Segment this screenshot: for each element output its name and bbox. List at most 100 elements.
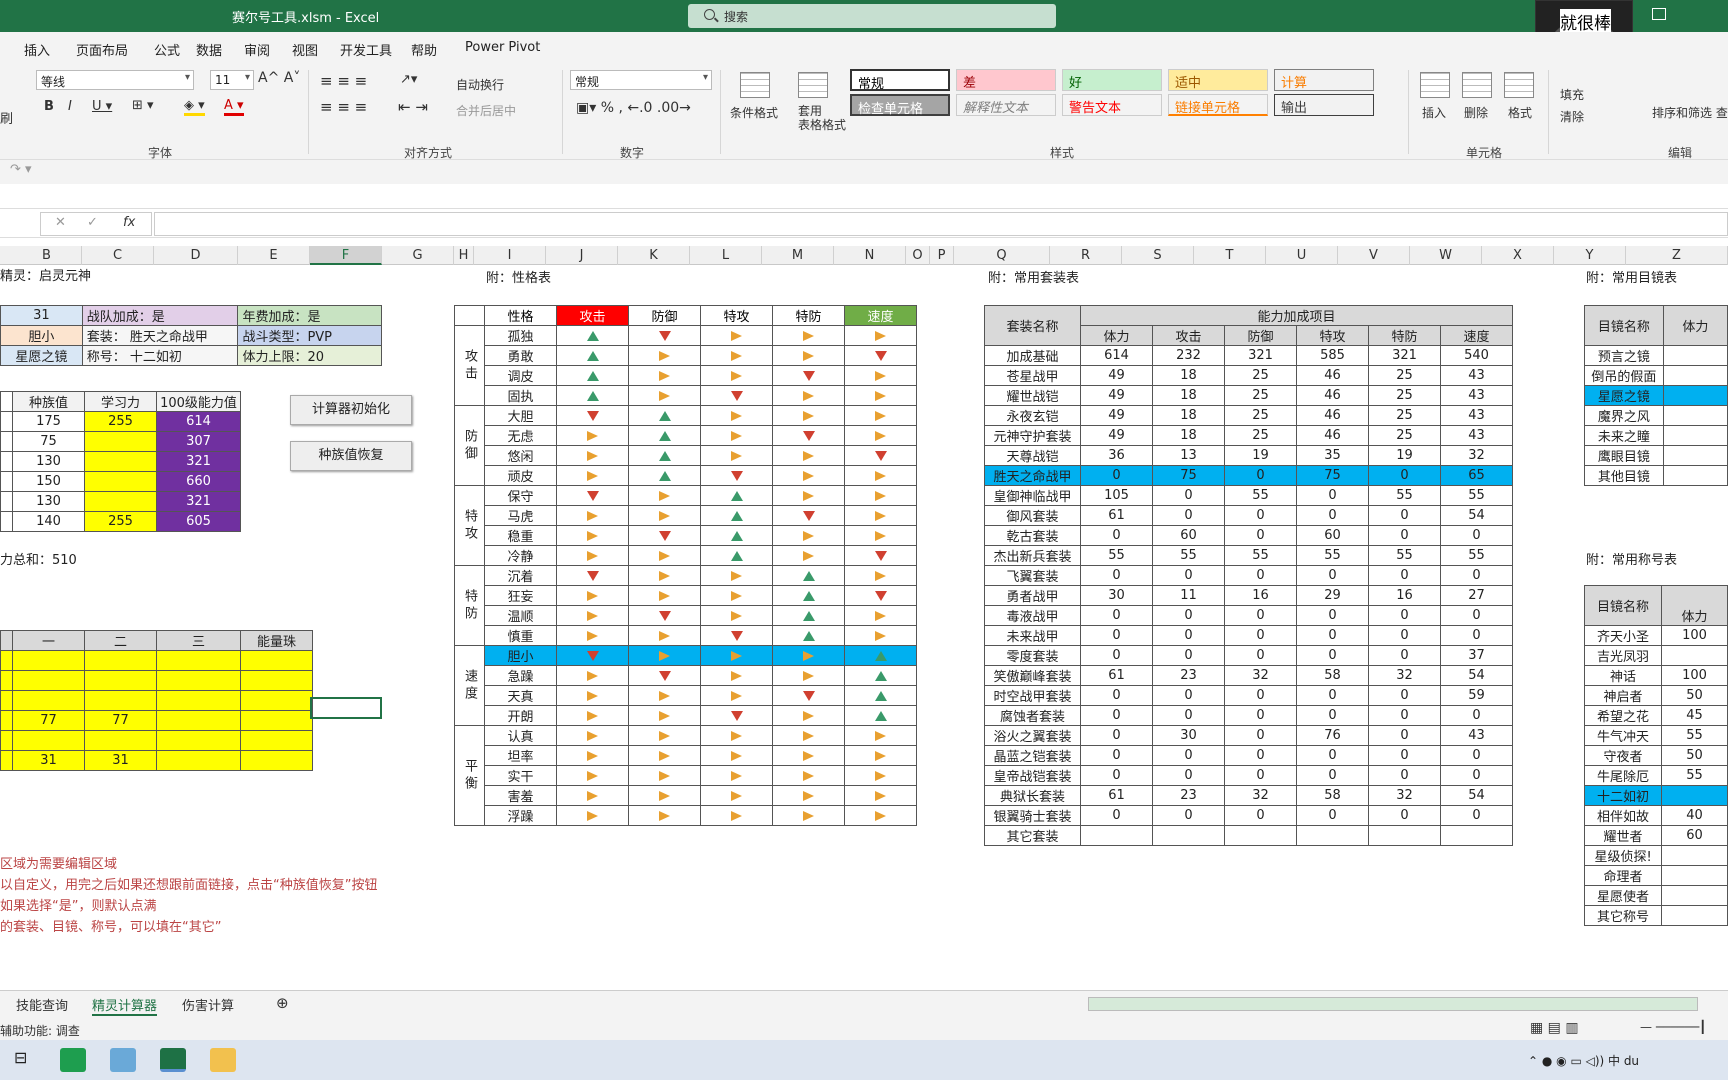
suit-value[interactable]: 30 xyxy=(1080,585,1153,606)
fill-button[interactable]: 填充 xyxy=(1560,86,1584,103)
gem-cell[interactable] xyxy=(84,690,157,711)
suit-value[interactable]: 0 xyxy=(1296,805,1369,826)
menu-item[interactable]: 视图 xyxy=(292,40,318,59)
gem-cell[interactable] xyxy=(240,650,313,671)
suit-value[interactable]: 54 xyxy=(1440,665,1513,686)
menu-item[interactable]: 公式 xyxy=(154,40,180,59)
suit-value[interactable]: 55 xyxy=(1152,545,1225,566)
suit-value[interactable]: 0 xyxy=(1224,505,1297,526)
suit-value[interactable]: 0 xyxy=(1080,465,1153,486)
suit-value[interactable]: 0 xyxy=(1440,525,1513,546)
suit-value[interactable]: 36 xyxy=(1080,445,1153,466)
suit-value[interactable]: 55 xyxy=(1080,545,1153,566)
suit-value[interactable]: 19 xyxy=(1368,445,1441,466)
gem-cell[interactable] xyxy=(240,750,313,771)
suit-value[interactable]: 0 xyxy=(1224,525,1297,546)
suit-value[interactable]: 29 xyxy=(1296,585,1369,606)
suit-value[interactable]: 0 xyxy=(1296,605,1369,626)
suit-value[interactable]: 321 xyxy=(1368,345,1441,366)
suit-value[interactable]: 0 xyxy=(1224,705,1297,726)
suit-value[interactable]: 0 xyxy=(1368,805,1441,826)
suit-value[interactable]: 55 xyxy=(1224,485,1297,506)
column-header-S[interactable]: S xyxy=(1122,246,1194,265)
delete-cells-icon[interactable] xyxy=(1462,72,1492,98)
wrap-text-button[interactable]: 自动换行 xyxy=(456,76,504,93)
suit-value[interactable]: 25 xyxy=(1224,405,1297,426)
suit-value[interactable]: 25 xyxy=(1368,425,1441,446)
suit-value[interactable]: 54 xyxy=(1440,785,1513,806)
enter-icon[interactable]: ✓ xyxy=(87,215,98,230)
redo-icon[interactable]: ↷ ▾ xyxy=(10,162,32,177)
restore-icon[interactable] xyxy=(1652,8,1666,20)
table-format-icon[interactable] xyxy=(798,72,828,98)
zoom-slider[interactable]: — ──────┃ xyxy=(1640,1020,1706,1034)
suit-value[interactable]: 32 xyxy=(1224,785,1297,806)
suit-value[interactable]: 0 xyxy=(1224,625,1297,646)
suit-value[interactable]: 0 xyxy=(1368,645,1441,666)
suit-value[interactable]: 0 xyxy=(1368,765,1441,786)
column-header-T[interactable]: T xyxy=(1194,246,1266,265)
insert-cells-button[interactable]: 插入 xyxy=(1422,104,1446,121)
column-header-C[interactable]: C xyxy=(82,246,154,265)
gem-cell[interactable] xyxy=(156,670,241,691)
suit-value[interactable]: 54 xyxy=(1440,505,1513,526)
column-header-D[interactable]: D xyxy=(154,246,238,265)
gem-cell[interactable]: 77 xyxy=(84,710,157,731)
column-header-L[interactable]: L xyxy=(690,246,762,265)
column-header-V[interactable]: V xyxy=(1338,246,1410,265)
column-header-H[interactable]: H xyxy=(454,246,474,265)
suit-value[interactable]: 60 xyxy=(1296,525,1369,546)
suit-value[interactable]: 0 xyxy=(1224,805,1297,826)
horizontal-scrollbar[interactable] xyxy=(1088,997,1698,1011)
suit-value[interactable]: 0 xyxy=(1224,745,1297,766)
suit-value[interactable]: 0 xyxy=(1152,705,1225,726)
suit-value[interactable]: 23 xyxy=(1152,785,1225,806)
info-cell[interactable]: 套装： 胜天之命战甲 xyxy=(81,325,239,346)
menu-item[interactable]: 页面布局 xyxy=(76,40,128,59)
suit-value[interactable]: 46 xyxy=(1296,405,1369,426)
column-header-X[interactable]: X xyxy=(1482,246,1554,265)
suit-value[interactable]: 321 xyxy=(1224,345,1297,366)
suit-value[interactable]: 0 xyxy=(1080,765,1153,786)
suit-value[interactable]: 0 xyxy=(1440,745,1513,766)
suit-value[interactable] xyxy=(1152,825,1225,846)
info-cell[interactable]: 称号： 十二如初 xyxy=(81,345,239,366)
format-painter-label[interactable]: 刷 xyxy=(0,108,13,127)
column-header-K[interactable]: K xyxy=(618,246,690,265)
suit-value[interactable]: 25 xyxy=(1224,385,1297,406)
suit-value[interactable]: 25 xyxy=(1224,365,1297,386)
column-header-G[interactable]: G xyxy=(382,246,454,265)
search-box[interactable]: 搜索 xyxy=(688,4,1056,28)
suit-value[interactable]: 13 xyxy=(1152,445,1225,466)
suit-value[interactable]: 49 xyxy=(1080,385,1153,406)
column-header-O[interactable]: O xyxy=(906,246,930,265)
eye-value[interactable] xyxy=(1662,405,1728,426)
format-cells-icon[interactable] xyxy=(1504,72,1534,98)
suit-value[interactable]: 232 xyxy=(1152,345,1225,366)
suit-value[interactable]: 0 xyxy=(1368,465,1441,486)
suit-value[interactable]: 32 xyxy=(1224,665,1297,686)
suit-value[interactable]: 0 xyxy=(1224,645,1297,666)
effort-cell[interactable] xyxy=(84,451,157,472)
selected-cell[interactable] xyxy=(310,697,382,719)
info-cell[interactable]: 年费加成：是 xyxy=(237,305,382,326)
column-header-N[interactable]: N xyxy=(834,246,906,265)
cell-style-3[interactable]: 适中 xyxy=(1168,69,1268,91)
suit-value[interactable]: 32 xyxy=(1440,445,1513,466)
suit-value[interactable]: 0 xyxy=(1224,725,1297,746)
suit-value[interactable]: 16 xyxy=(1224,585,1297,606)
suit-value[interactable]: 32 xyxy=(1368,785,1441,806)
suit-value[interactable]: 43 xyxy=(1440,425,1513,446)
conditional-format-icon[interactable] xyxy=(740,72,770,98)
effort-cell[interactable] xyxy=(84,491,157,512)
worksheet-grid[interactable]: 精灵：启灵元神 31 战队加成：是 年费加成：是 胆小 套装： 胜天之命战甲 战斗类型：PV… xyxy=(0,265,1728,985)
suit-value[interactable]: 0 xyxy=(1152,625,1225,646)
suit-value[interactable]: 0 xyxy=(1152,805,1225,826)
info-cell[interactable]: 战队加成：是 xyxy=(81,305,239,326)
cell-style-4[interactable]: 计算 xyxy=(1274,69,1374,91)
orientation-icon[interactable]: ↗▾ xyxy=(400,72,417,87)
task-view-icon[interactable]: ⊟ xyxy=(14,1048,40,1072)
suit-value[interactable]: 43 xyxy=(1440,405,1513,426)
gem-cell[interactable] xyxy=(84,670,157,691)
suit-value[interactable]: 46 xyxy=(1296,385,1369,406)
